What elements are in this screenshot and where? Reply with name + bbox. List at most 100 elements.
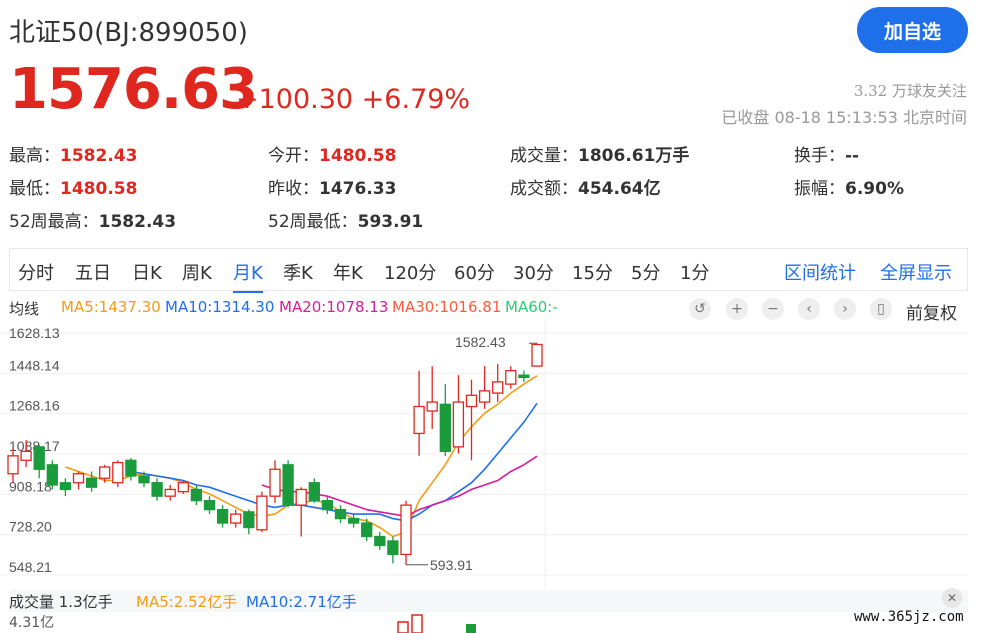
- tab-item[interactable]: 五日: [75, 259, 111, 285]
- fullscreen-link[interactable]: 全屏显示: [880, 259, 952, 285]
- stat-value: 1582.43: [98, 212, 177, 232]
- stat-item: 今开：1480.58: [268, 141, 396, 166]
- candle-body: [230, 513, 242, 524]
- candle-body: [452, 401, 465, 448]
- tab-item[interactable]: 60分: [454, 259, 495, 285]
- candle-body: [374, 535, 386, 547]
- candle-body: [347, 517, 360, 524]
- volume-label: 成交量 1.3亿手: [9, 593, 113, 611]
- volume-bar: [411, 614, 423, 633]
- stat-label: 成交量：: [510, 146, 578, 166]
- tab-item[interactable]: 周K: [182, 259, 212, 285]
- zoom-in-icon[interactable]: +: [726, 298, 748, 320]
- tab-item[interactable]: 分时: [18, 259, 54, 285]
- y-tick-label: 728.20: [9, 519, 52, 535]
- stat-label: 今开：: [268, 146, 319, 166]
- current-price: 1576.63: [9, 57, 258, 122]
- ma-value: MA5:1437.30: [61, 298, 161, 316]
- candle-body: [439, 403, 451, 452]
- add-to-watchlist-button[interactable]: 加自选: [857, 7, 968, 53]
- y-tick-label: 1448.14: [9, 357, 60, 373]
- market-status: 已收盘 08-18 15:13:53 北京时间: [721, 108, 967, 127]
- range-stats-link[interactable]: 区间统计: [784, 259, 856, 285]
- candle-body: [321, 499, 334, 511]
- volume-ma10: MA10:2.71亿手: [246, 593, 357, 611]
- low-label: 593.91: [430, 557, 473, 573]
- candle-body: [465, 394, 478, 408]
- stat-value: 454.64亿: [578, 179, 661, 199]
- close-icon[interactable]: ✕: [942, 588, 962, 608]
- candlestick-chart[interactable]: 1628.131448.141268.161088.17908.18728.20…: [0, 318, 981, 588]
- candle-body: [138, 475, 150, 484]
- candle-body: [33, 446, 45, 470]
- pan-right-icon[interactable]: ›: [834, 298, 856, 320]
- volume-ma5: MA5:2.52亿手: [136, 593, 238, 611]
- y-tick-label: 1268.16: [9, 398, 60, 414]
- candle-body: [478, 390, 491, 403]
- ma-value: MA30:1016.81: [392, 298, 502, 316]
- candle-body: [256, 495, 268, 531]
- stat-value: 6.90%: [845, 179, 904, 199]
- candle-body: [99, 466, 111, 479]
- candle-body: [308, 482, 320, 502]
- stat-label: 成交额：: [510, 179, 578, 199]
- stat-value: --: [845, 146, 860, 166]
- tab-item[interactable]: 季K: [283, 259, 313, 285]
- stat-label: 换手：: [794, 146, 845, 166]
- ma-value: MA60:-: [505, 298, 558, 316]
- stat-item: 最高：1582.43: [9, 141, 137, 166]
- candle-body: [7, 455, 19, 475]
- stat-value: 1582.43: [60, 146, 138, 166]
- candle-body: [20, 450, 32, 461]
- stat-item: 52周最高：1582.43: [9, 207, 176, 232]
- tab-item[interactable]: 月K: [233, 259, 263, 293]
- candle-body: [243, 511, 255, 529]
- tab-item[interactable]: 年K: [333, 259, 363, 285]
- candle-body: [112, 461, 124, 484]
- tab-item[interactable]: 1分: [680, 259, 709, 285]
- candle-body: [59, 482, 72, 491]
- site-watermark: www.365jz.com: [854, 609, 964, 625]
- tab-item[interactable]: 15分: [572, 259, 613, 285]
- tab-item[interactable]: 日K: [132, 259, 162, 285]
- tab-item[interactable]: 5分: [631, 259, 660, 285]
- candle-body: [46, 464, 58, 486]
- ma20-line: [261, 455, 538, 518]
- candle-body: [269, 468, 281, 497]
- tab-item[interactable]: 120分: [384, 259, 436, 285]
- candle-body: [361, 522, 373, 538]
- candle-body: [177, 482, 189, 493]
- page-title: 北证50(BJ:899050): [9, 18, 248, 48]
- stat-value: 1480.58: [60, 179, 138, 199]
- stat-item: 52周最低：593.91: [268, 207, 423, 232]
- candle-body: [282, 464, 294, 506]
- candle-body: [413, 405, 425, 435]
- y-tick-label: 548.21: [9, 559, 52, 575]
- candle-body: [85, 477, 98, 488]
- ma-value: MA10:1314.30: [165, 298, 275, 316]
- stat-value: 1806.61万手: [578, 146, 690, 166]
- stat-label: 振幅：: [794, 179, 845, 199]
- candle-body: [334, 508, 347, 520]
- volume-bar: [397, 621, 409, 633]
- candle-body: [518, 374, 530, 379]
- stat-value: 1476.33: [319, 179, 397, 199]
- candle-body: [400, 504, 412, 556]
- stat-value: 593.91: [357, 212, 424, 232]
- pan-left-icon[interactable]: ‹: [798, 298, 820, 320]
- candle-body: [164, 488, 176, 497]
- volume-legend: 成交量 1.3亿手 MA5:2.52亿手 MA10:2.71亿手: [9, 590, 968, 612]
- candle-body: [72, 473, 85, 484]
- kline-tabs: 分时 五日 日K 周K 月K 季K 年K 120分 60分 30分 15分 5分 1分 区间统计 全屏显…: [9, 248, 968, 293]
- zoom-out-icon[interactable]: −: [762, 298, 784, 320]
- candle-body: [295, 488, 307, 506]
- candle-type-icon[interactable]: ▯: [870, 298, 892, 320]
- candle-body: [216, 508, 229, 524]
- tab-item[interactable]: 30分: [513, 259, 554, 285]
- candle-body: [426, 401, 438, 412]
- reset-icon[interactable]: ↺: [689, 298, 711, 320]
- candle-body: [505, 370, 517, 385]
- stat-item: 成交量：1806.61万手: [510, 141, 689, 166]
- ma-value: MA20:1078.13: [279, 298, 389, 316]
- stat-label: 昨收：: [268, 179, 319, 199]
